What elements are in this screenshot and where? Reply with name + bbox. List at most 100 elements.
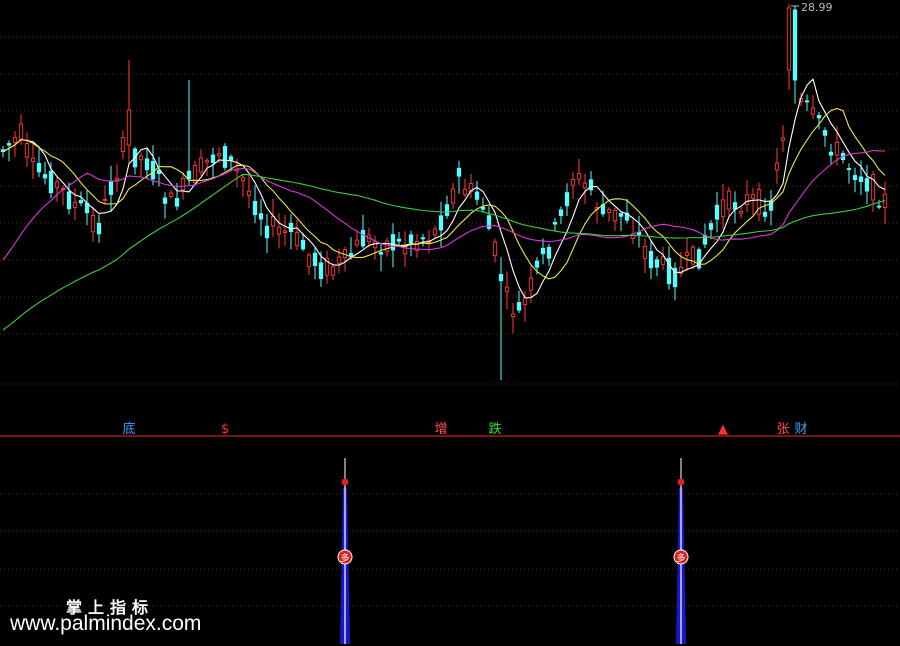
candle-body: [408, 234, 414, 244]
indicator-top-marker: [341, 478, 349, 486]
candle-body: [348, 253, 354, 257]
candle-body: [282, 230, 288, 234]
candle-body: [816, 115, 822, 119]
candle-body: [294, 232, 300, 247]
candle-body: [162, 197, 168, 204]
candle-body: [78, 200, 84, 204]
candle-body: [660, 256, 666, 265]
candle-body: [150, 161, 156, 180]
candle-body: [186, 170, 192, 180]
candle-body: [606, 208, 612, 213]
candle-body: [222, 146, 228, 168]
candle-body: [114, 177, 120, 181]
candle-body: [792, 9, 798, 81]
candle-body: [786, 7, 792, 71]
candle-body: [444, 204, 450, 216]
candle-body: [300, 239, 306, 250]
candle-body: [846, 168, 852, 171]
candle-body: [456, 167, 462, 177]
candle-body: [180, 177, 186, 191]
candle-body: [804, 100, 810, 103]
candle-body: [738, 211, 744, 214]
candle-body: [240, 177, 246, 182]
candle-body: [6, 143, 12, 146]
candle-body: [384, 240, 390, 252]
candle-body: [90, 214, 96, 233]
candle-body: [828, 151, 834, 156]
candle-body: [498, 274, 504, 282]
candle-body: [66, 191, 72, 210]
candle-body: [438, 215, 444, 231]
candle-body: [306, 254, 312, 268]
candle-body: [258, 213, 264, 220]
stock-chart: 28.99 底 $ 增 跌 ▲ 张财多 多: [0, 1, 900, 644]
candle-body: [720, 199, 726, 218]
high-price-label: 28.99: [801, 1, 833, 14]
candle-body: [552, 222, 558, 225]
candle-body: [144, 158, 150, 171]
candle-body: [318, 262, 324, 280]
candle-body: [774, 162, 780, 171]
candle-body: [36, 163, 42, 173]
signal-label: 张: [776, 422, 789, 437]
candle-body: [18, 123, 24, 140]
candle-body: [486, 215, 492, 229]
candle-body: [810, 107, 816, 115]
candle-body: [492, 241, 498, 257]
candle-body: [510, 313, 516, 318]
candle-body: [684, 251, 690, 256]
candle-body: [24, 143, 30, 158]
signal-label: 跌: [488, 421, 501, 437]
candle-body: [450, 188, 456, 204]
candle-body: [864, 178, 870, 192]
candle-body: [228, 156, 234, 161]
candle-body: [576, 173, 582, 180]
candle-body: [534, 260, 540, 268]
candle-body: [54, 181, 60, 188]
candle-body: [732, 202, 738, 210]
candle-body: [462, 188, 468, 195]
candle-body: [762, 211, 768, 217]
candle-body: [420, 237, 426, 240]
watermark-url: www.palmindex.com: [10, 612, 202, 635]
candle-body: [12, 137, 18, 143]
candle-body: [570, 179, 576, 186]
candle-body: [654, 259, 660, 268]
candle-body: [42, 174, 48, 179]
candle-body: [30, 157, 36, 163]
candle-body: [288, 222, 294, 233]
candle-body: [564, 192, 570, 207]
signal-label: ▲: [718, 422, 728, 437]
candle-body: [474, 191, 480, 200]
candle-body: [876, 205, 882, 208]
indicator-top-marker: [677, 478, 685, 486]
candle-body: [540, 248, 546, 255]
indicator-marker-label: 多: [340, 552, 349, 564]
candle-body: [714, 204, 720, 220]
candle-body: [834, 142, 840, 156]
candle-body: [210, 154, 216, 163]
candle-body: [528, 277, 534, 291]
candle-body: [360, 229, 366, 247]
candle-body: [396, 238, 402, 242]
candle-body: [702, 234, 708, 245]
candle-body: [138, 155, 144, 161]
candle-body: [276, 226, 282, 235]
indicator-marker-label: 多: [676, 552, 685, 564]
candle-body: [120, 137, 126, 152]
candle-body: [504, 286, 510, 292]
candle-body: [852, 175, 858, 181]
candle-body: [102, 198, 108, 201]
candle-body: [336, 256, 342, 264]
candle-body: [432, 228, 438, 236]
candle-body: [744, 194, 750, 205]
candle-body: [612, 209, 618, 222]
candle-body: [126, 109, 132, 146]
candle-body: [174, 198, 180, 207]
candle-body: [96, 222, 102, 235]
candle-body: [168, 192, 174, 197]
candle-body: [72, 201, 78, 209]
candle-body: [546, 246, 552, 259]
candle-body: [558, 209, 564, 216]
candle-body: [582, 182, 588, 189]
